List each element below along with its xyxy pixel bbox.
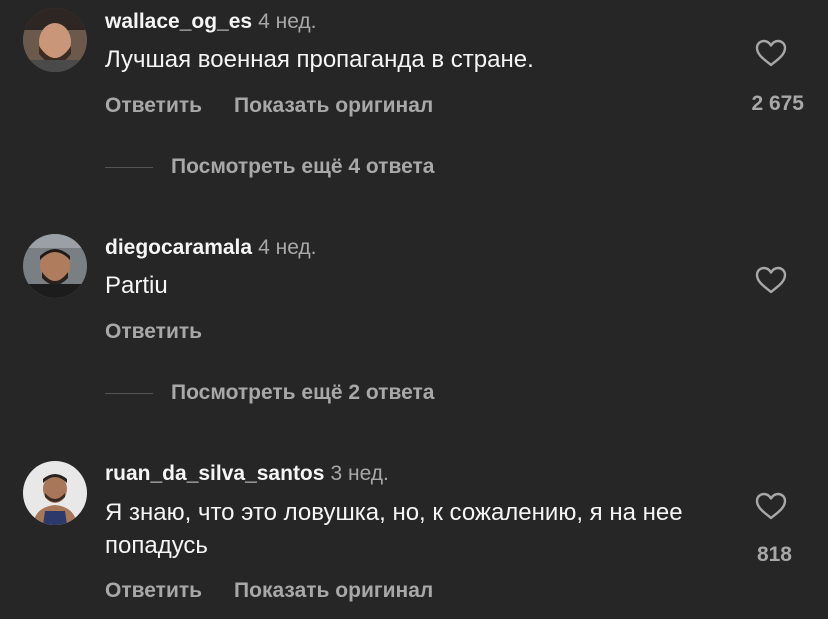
timestamp: 4 нед. xyxy=(258,236,317,259)
show-original-button[interactable]: Показать оригинал xyxy=(234,94,433,117)
avatar[interactable] xyxy=(23,234,87,298)
comment-actions: Ответить xyxy=(105,320,202,344)
avatar[interactable] xyxy=(23,461,87,525)
view-more-replies-button[interactable]: Посмотреть ещё 4 ответа xyxy=(105,152,434,182)
reply-button[interactable]: Ответить xyxy=(105,94,202,117)
timestamp: 4 нед. xyxy=(258,10,317,33)
comment-header: diegocaramala 4 нед. xyxy=(105,236,317,260)
avatar-photo xyxy=(23,461,87,525)
comment-text: Лучшая военная пропаганда в стране. xyxy=(105,46,534,73)
comment-text: Partiu xyxy=(105,272,168,299)
comment-header: wallace_og_es 4 нед. xyxy=(105,10,317,34)
divider-line xyxy=(105,166,153,168)
comment-header: ruan_da_silva_santos 3 нед. xyxy=(105,462,389,486)
view-more-replies-label: Посмотреть ещё 2 ответа xyxy=(171,381,435,404)
heart-icon[interactable] xyxy=(754,265,788,295)
comment-text: Я знаю, что это ловушка, но, к сожалению… xyxy=(105,499,683,559)
reply-button[interactable]: Ответить xyxy=(105,320,202,343)
username[interactable]: wallace_og_es xyxy=(105,10,252,33)
show-original-button[interactable]: Показать оригинал xyxy=(234,579,433,602)
divider-line xyxy=(105,392,153,394)
comment-actions: Ответить Показать оригинал xyxy=(105,94,433,118)
comment-actions: Ответить Показать оригинал xyxy=(105,579,433,603)
avatar-photo xyxy=(23,8,87,72)
reply-button[interactable]: Ответить xyxy=(105,579,202,602)
timestamp: 3 нед. xyxy=(330,462,389,485)
view-more-replies-label: Посмотреть ещё 4 ответа xyxy=(171,155,435,178)
heart-icon[interactable] xyxy=(754,491,788,521)
like-count: 2 675 xyxy=(751,92,804,115)
view-more-replies-button[interactable]: Посмотреть ещё 2 ответа xyxy=(105,378,434,408)
username[interactable]: diegocaramala xyxy=(105,236,252,259)
like-count: 818 xyxy=(756,543,792,566)
avatar-photo xyxy=(23,234,87,298)
heart-icon[interactable] xyxy=(754,38,788,68)
avatar[interactable] xyxy=(23,8,87,72)
username[interactable]: ruan_da_silva_santos xyxy=(105,462,324,485)
